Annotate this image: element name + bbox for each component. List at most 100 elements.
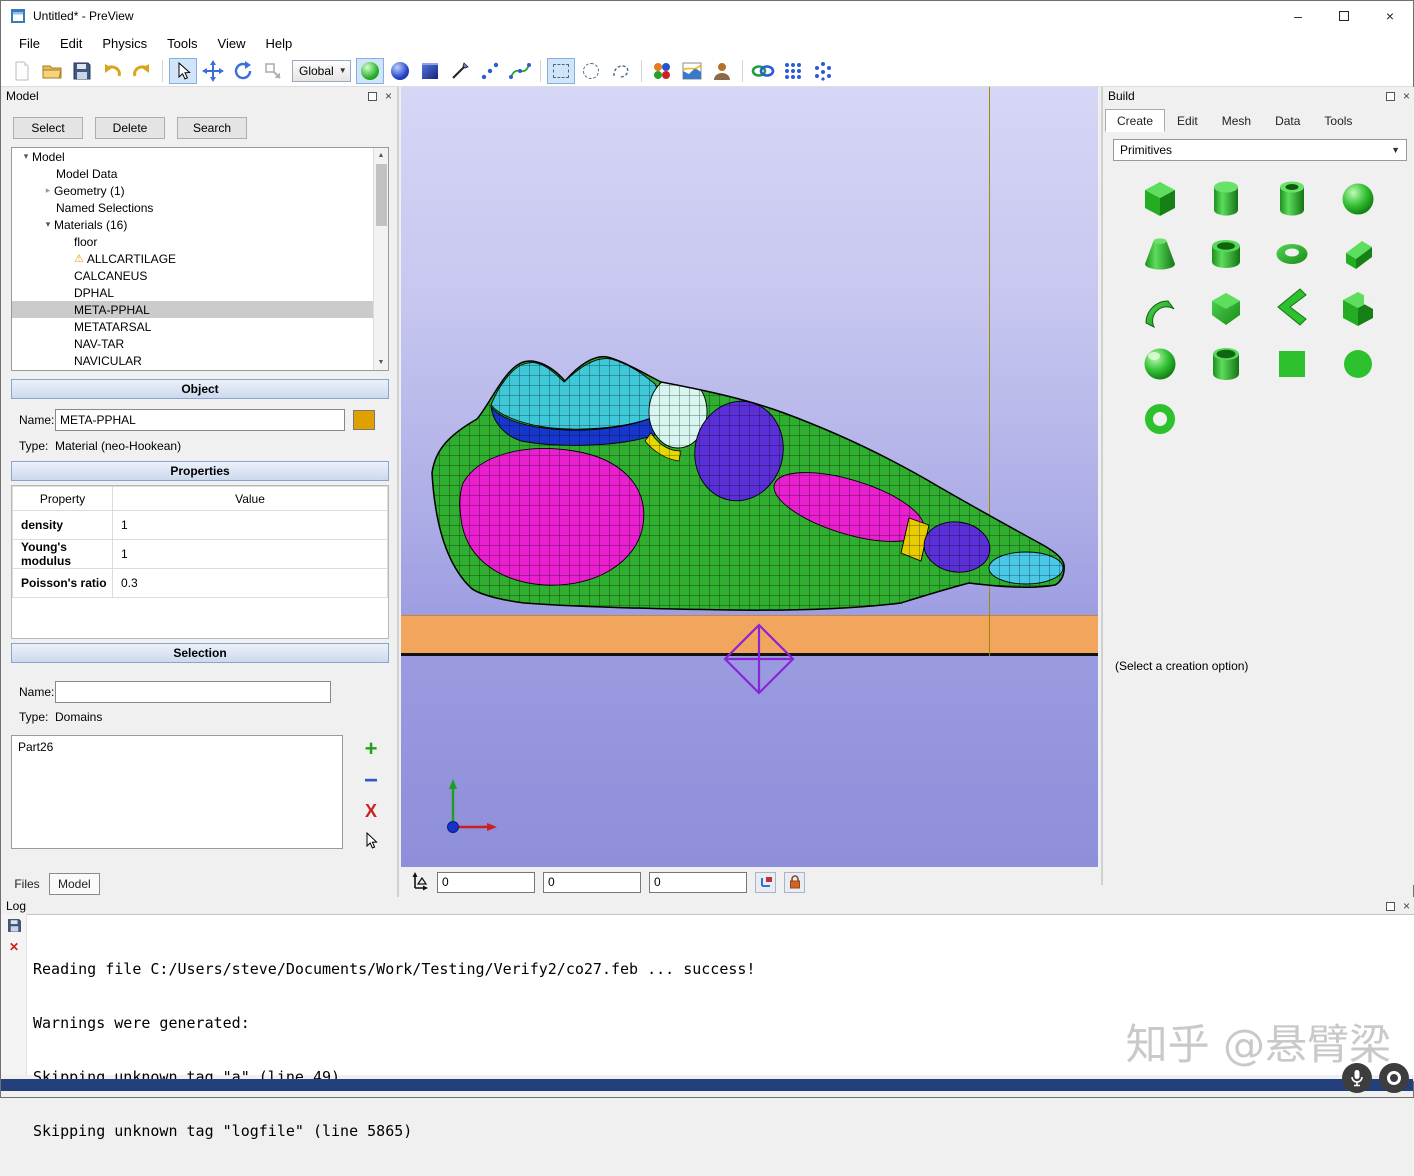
clear-log-button[interactable]: ✕	[1, 936, 27, 958]
list-item[interactable]: Part26	[18, 740, 336, 754]
close-panel-icon[interactable]: ×	[385, 89, 392, 103]
scroll-up-icon[interactable]: ▲	[374, 148, 388, 163]
rotate-tool-button[interactable]	[229, 58, 257, 84]
float-panel-icon[interactable]	[1386, 902, 1395, 911]
tab-model[interactable]: Model	[49, 873, 100, 895]
primitive-hex-prism-icon[interactable]	[1203, 286, 1249, 332]
menu-view[interactable]: View	[208, 33, 256, 54]
scrollbar-thumb[interactable]	[376, 164, 387, 226]
tree-item-calcaneus[interactable]: CALCANEUS	[12, 267, 388, 284]
scroll-down-icon[interactable]: ▼	[374, 355, 388, 370]
edge-tool-button[interactable]	[446, 58, 474, 84]
primitive-elbow-icon[interactable]	[1269, 286, 1315, 332]
pivot-tool-icon[interactable]	[409, 872, 429, 892]
property-value-cell[interactable]: 1	[113, 511, 388, 540]
tab-files[interactable]: Files	[5, 873, 49, 895]
redo-button[interactable]	[128, 58, 156, 84]
scatter-points-button[interactable]	[809, 58, 837, 84]
save-log-button[interactable]	[1, 914, 27, 936]
tab-data[interactable]: Data	[1263, 109, 1312, 132]
coord-y-input[interactable]	[543, 872, 641, 893]
material-colors-button[interactable]	[648, 58, 676, 84]
viewport[interactable]	[401, 87, 1098, 867]
remove-selection-button[interactable]: −	[359, 769, 383, 793]
chevron-right-icon[interactable]: ▸	[42, 185, 54, 196]
tree-item-named-selections[interactable]: Named Selections	[12, 199, 388, 216]
primitive-torus-icon[interactable]	[1269, 231, 1315, 277]
float-panel-icon[interactable]	[368, 92, 377, 101]
open-file-button[interactable]	[38, 58, 66, 84]
primitive-open-cylinder-icon[interactable]	[1203, 341, 1249, 387]
tab-tools[interactable]: Tools	[1312, 109, 1364, 132]
tree-item-model[interactable]: ▾ Model	[12, 148, 388, 165]
tree-item-dphal[interactable]: DPHAL	[12, 284, 388, 301]
select-tool-button[interactable]	[169, 58, 197, 84]
primitive-cone-icon[interactable]	[1137, 231, 1183, 277]
object-name-input[interactable]	[55, 409, 345, 431]
tree-scrollbar[interactable]: ▲ ▼	[373, 148, 388, 370]
tab-create[interactable]: Create	[1105, 109, 1165, 132]
property-value-cell[interactable]: 1	[113, 540, 388, 569]
close-button[interactable]: ×	[1367, 1, 1413, 31]
search-button[interactable]: Search	[177, 117, 247, 139]
primitives-dropdown[interactable]: Primitives ▼	[1113, 139, 1407, 161]
material-color-swatch[interactable]	[353, 410, 375, 430]
primitive-tube-icon[interactable]	[1269, 176, 1315, 222]
pivot-diamond[interactable]	[721, 621, 797, 697]
primitive-ring-icon[interactable]	[1137, 396, 1183, 442]
primitive-notched-box-icon[interactable]	[1335, 286, 1381, 332]
primitive-quarter-tube-icon[interactable]	[1137, 286, 1183, 332]
select-button[interactable]: Select	[13, 117, 83, 139]
box-view-button[interactable]	[416, 58, 444, 84]
lock-button[interactable]	[784, 872, 805, 893]
add-selection-button[interactable]: +	[359, 737, 383, 761]
tree-item-allcartilage[interactable]: ⚠ ALLCARTILAGE	[12, 250, 388, 267]
tree-item-materials[interactable]: ▾ Materials (16)	[12, 216, 388, 233]
coord-x-input[interactable]	[437, 872, 535, 893]
lock-axes-button[interactable]	[755, 872, 776, 893]
user-profile-button[interactable]	[708, 58, 736, 84]
save-button[interactable]	[68, 58, 96, 84]
tree-item-model-data[interactable]: Model Data	[12, 165, 388, 182]
primitive-shaded-sphere-icon[interactable]	[1137, 341, 1183, 387]
menu-edit[interactable]: Edit	[50, 33, 92, 54]
tree-item-nav-tar[interactable]: NAV-TAR	[12, 335, 388, 352]
sphere-wire-button[interactable]	[386, 58, 414, 84]
selection-name-input[interactable]	[55, 681, 331, 703]
foot-mesh[interactable]	[429, 355, 1074, 615]
close-panel-icon[interactable]: ×	[1403, 899, 1410, 913]
tree-item-geometry[interactable]: ▸ Geometry (1)	[12, 182, 388, 199]
tree-item-navicular[interactable]: NAVICULAR	[12, 352, 388, 369]
record-button[interactable]	[1379, 1063, 1409, 1093]
chevron-down-icon[interactable]: ▾	[42, 219, 54, 230]
rect-select-button[interactable]	[547, 58, 575, 84]
float-panel-icon[interactable]	[1386, 92, 1395, 101]
link-button[interactable]	[749, 58, 777, 84]
primitive-plane-icon[interactable]	[1269, 341, 1315, 387]
primitive-hollow-cup-icon[interactable]	[1203, 231, 1249, 277]
primitive-box-icon[interactable]	[1137, 176, 1183, 222]
tree-item-floor[interactable]: floor	[12, 233, 388, 250]
menu-file[interactable]: File	[9, 33, 50, 54]
sphere-shade-button[interactable]	[356, 58, 384, 84]
property-value-cell[interactable]: 0.3	[113, 569, 388, 598]
tab-mesh[interactable]: Mesh	[1210, 109, 1263, 132]
node-tool-button[interactable]	[476, 58, 504, 84]
new-file-button[interactable]	[8, 58, 36, 84]
primitive-disc-icon[interactable]	[1335, 341, 1381, 387]
maximize-button[interactable]	[1321, 1, 1367, 31]
coordinate-system-dropdown[interactable]: Global ▼	[292, 60, 351, 82]
coord-z-input[interactable]	[649, 872, 747, 893]
tree-item-meta-pphal[interactable]: META-PPHAL	[12, 301, 388, 318]
minimize-button[interactable]: –	[1275, 1, 1321, 31]
menu-tools[interactable]: Tools	[157, 33, 207, 54]
primitive-wedge-icon[interactable]	[1335, 231, 1381, 277]
microphone-button[interactable]	[1342, 1063, 1372, 1093]
delete-selection-button[interactable]: X	[359, 799, 383, 823]
menu-help[interactable]: Help	[255, 33, 302, 54]
pick-selection-button[interactable]	[359, 829, 383, 853]
undo-button[interactable]	[98, 58, 126, 84]
plot-view-button[interactable]	[678, 58, 706, 84]
menu-physics[interactable]: Physics	[92, 33, 157, 54]
primitive-sphere-icon[interactable]	[1335, 176, 1381, 222]
